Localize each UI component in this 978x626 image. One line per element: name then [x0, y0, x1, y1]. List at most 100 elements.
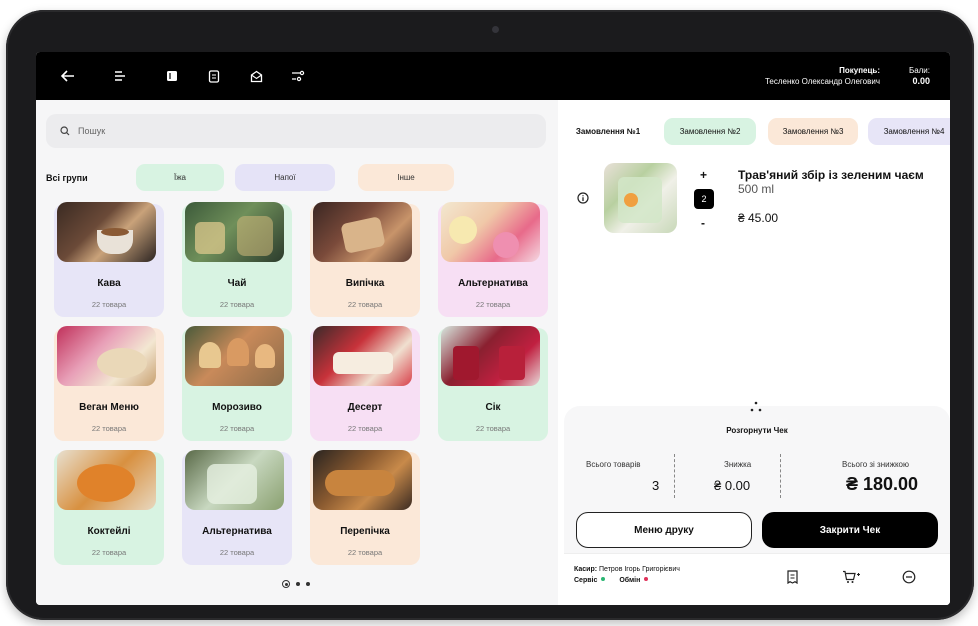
category-count: 22 товара [219, 300, 255, 309]
category-card[interactable]: Перепічка 22 товара [310, 450, 420, 565]
search-placeholder: Пошук [78, 126, 106, 136]
total-value: ₴ 180.00 [846, 474, 919, 494]
order-item-image [604, 163, 677, 233]
top-bar: Покупець: Тесленко Олександр Олегович Ба… [36, 52, 950, 100]
buyer-label: Покупець: [839, 66, 880, 75]
pastry-image [313, 202, 412, 262]
receipt-icon[interactable] [786, 570, 799, 589]
tablet-frame: Покупець: Тесленко Олександр Олегович Ба… [6, 10, 974, 620]
exchange-status-dot [644, 577, 649, 581]
order-item-price: ₴ 45.00 [738, 211, 779, 225]
juice-image [441, 326, 540, 386]
category-card[interactable]: Альтернатива 22 товара [182, 450, 292, 565]
category-count: 22 товара [219, 548, 255, 557]
total-label: Всього зі знижкою [842, 460, 909, 469]
page-dot[interactable] [296, 582, 300, 586]
bonus-label: Бали: [908, 66, 930, 75]
search-input[interactable]: Пошук [46, 114, 546, 148]
info-icon[interactable] [577, 191, 589, 209]
group-chip-drinks[interactable]: Напої [235, 164, 335, 191]
cart-add-icon[interactable] [842, 570, 860, 589]
tab-order-3[interactable]: Замовлення №3 [768, 118, 858, 145]
cashier-info: Касир: Петров Ігорь Григорієвич Сервіс О… [574, 564, 680, 586]
discount-label: Знижка [724, 460, 752, 469]
order-item-volume: 500 ml [738, 182, 775, 196]
page-dot-active[interactable] [282, 580, 290, 588]
category-card[interactable]: Чай 22 товара [182, 202, 292, 317]
discount-value: ₴ 0.00 [714, 478, 751, 493]
category-name: Кава [97, 278, 121, 289]
camera [492, 26, 499, 33]
catalog-icon[interactable] [162, 66, 182, 86]
order-panel: Замовлення №1 Замовлення №2 Замовлення №… [558, 100, 950, 605]
category-card[interactable]: Морозиво 22 товара [182, 326, 292, 441]
catalog-panel: Пошук Всі групи Їжа Напої Інше Кава 22 т… [36, 100, 558, 605]
cocktail-image [57, 450, 156, 510]
check-panel: Розгорнути Чек Всього товарів 3 Знижка ₴… [564, 401, 950, 605]
category-name: Перепічка [340, 526, 390, 537]
category-name: Альтернатива [202, 526, 272, 537]
back-arrow-icon[interactable] [58, 66, 78, 86]
order-item-title: Трав'яний збір із зеленим чаєм 500 ml [738, 168, 938, 196]
search-icon [60, 126, 70, 136]
alternative-drink-image [185, 450, 284, 510]
category-count: 22 товара [347, 300, 383, 309]
category-card[interactable]: Випічка 22 товара [310, 202, 420, 317]
screen: Покупець: Тесленко Олександр Олегович Ба… [36, 52, 950, 605]
cashier-name: Петров Ігорь Григорієвич [599, 566, 680, 573]
page-dot[interactable] [306, 582, 310, 586]
perepichka-image [313, 450, 412, 510]
expand-icon[interactable] [749, 400, 763, 418]
footer-bar: Касир: Петров Ігорь Григорієвич Сервіс О… [564, 553, 950, 605]
increase-quantity-button[interactable]: + [700, 168, 707, 182]
category-name: Випічка [345, 278, 385, 289]
remove-circle-icon[interactable] [902, 570, 916, 589]
category-card[interactable]: Сік 22 товара [438, 326, 548, 441]
category-count: 22 товара [91, 548, 127, 557]
group-chip-other[interactable]: Інше [358, 164, 454, 191]
total-items-value: 3 [652, 478, 660, 493]
ice-cream-image [185, 326, 284, 386]
exchange-label: Обмін [619, 577, 641, 584]
quantity-value[interactable]: 2 [694, 189, 714, 209]
category-count: 22 товара [347, 424, 383, 433]
bonus-value: 0.00 [912, 76, 930, 86]
tab-order-1[interactable]: Замовлення №1 [566, 118, 650, 145]
mail-icon[interactable] [246, 66, 266, 86]
group-chip-food[interactable]: Їжа [136, 164, 224, 191]
category-card[interactable]: Альтернатива 22 товара [438, 202, 548, 317]
category-card[interactable]: Кава 22 товара [54, 202, 164, 317]
category-name: Чай [227, 278, 247, 289]
groups-label[interactable]: Всі групи [46, 173, 88, 183]
bonus-info: Бали: 0.00 [909, 65, 930, 87]
print-menu-button[interactable]: Меню друку [576, 512, 752, 548]
buyer-info[interactable]: Покупець: Тесленко Олександр Олегович [765, 65, 880, 87]
tea-image [185, 202, 284, 262]
close-check-button[interactable]: Закрити Чек [762, 512, 938, 548]
order-item-name: Трав'яний збір із зеленим чаєм [738, 168, 924, 182]
settings-icon[interactable] [288, 66, 308, 86]
tab-order-2[interactable]: Замовлення №2 [664, 118, 756, 145]
cashier-label: Касир: [574, 566, 598, 573]
service-label: Сервіс [574, 577, 598, 584]
pagination [282, 580, 310, 588]
divider [780, 454, 781, 498]
menu-icon[interactable] [110, 66, 130, 86]
category-count: 22 товара [347, 548, 383, 557]
buyer-name: Тесленко Олександр Олегович [764, 77, 880, 86]
alternative-image [441, 202, 540, 262]
category-count: 22 товара [91, 424, 127, 433]
category-count: 22 товара [91, 300, 127, 309]
category-card[interactable]: Коктейлі 22 товара [54, 450, 164, 565]
category-card[interactable]: Десерт 22 товара [310, 326, 420, 441]
category-name: Альтернатива [458, 278, 528, 289]
category-name: Коктейлі [87, 526, 131, 537]
document-icon[interactable] [204, 66, 224, 86]
decrease-quantity-button[interactable]: - [701, 216, 705, 230]
coffee-image [57, 202, 156, 262]
tab-order-4[interactable]: Замовлення №4 [868, 118, 950, 145]
category-card[interactable]: Веган Меню 22 товара [54, 326, 164, 441]
category-count: 22 товара [475, 300, 511, 309]
category-count: 22 товара [219, 424, 255, 433]
expand-check-label[interactable]: Розгорнути Чек [564, 426, 950, 435]
